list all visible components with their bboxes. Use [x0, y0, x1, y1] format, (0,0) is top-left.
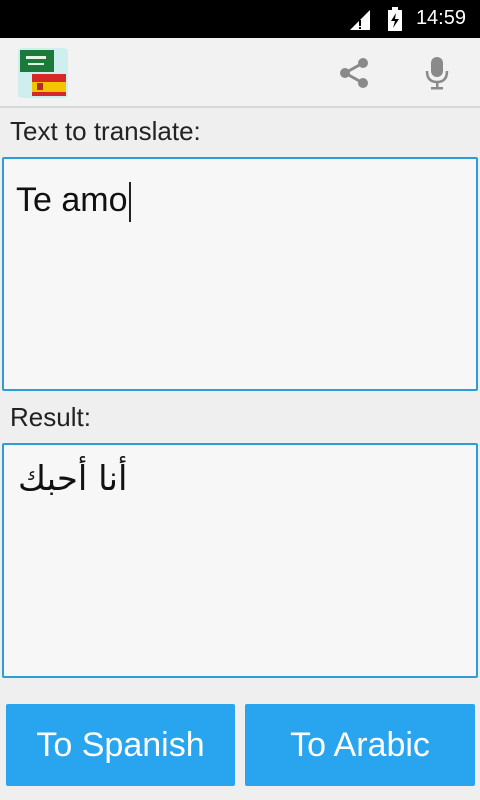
microphone-button[interactable] [414, 50, 460, 96]
to-arabic-button[interactable]: To Arabic [245, 704, 475, 786]
source-label: Text to translate: [10, 116, 201, 146]
saudi-spain-flags-icon[interactable] [18, 48, 68, 98]
microphone-icon [425, 57, 449, 90]
result-text-value: أنا أحبك [18, 459, 128, 499]
status-time: 14:59 [415, 7, 466, 29]
share-button[interactable] [331, 50, 377, 96]
action-bar [0, 38, 480, 108]
battery-charging-icon [388, 7, 402, 31]
text-cursor [128, 182, 131, 223]
signal-icon [350, 10, 370, 30]
status-bar: 14:59 [0, 0, 480, 38]
result-label: Result: [10, 402, 91, 432]
result-text-output[interactable]: أنا أحبك [2, 443, 478, 678]
source-text-value: Te amo [16, 181, 128, 219]
source-text-input[interactable]: Te amo [2, 157, 478, 391]
source-text-wrap: Te amo [16, 181, 131, 223]
to-spanish-button[interactable]: To Spanish [6, 704, 235, 786]
share-icon [340, 58, 368, 88]
